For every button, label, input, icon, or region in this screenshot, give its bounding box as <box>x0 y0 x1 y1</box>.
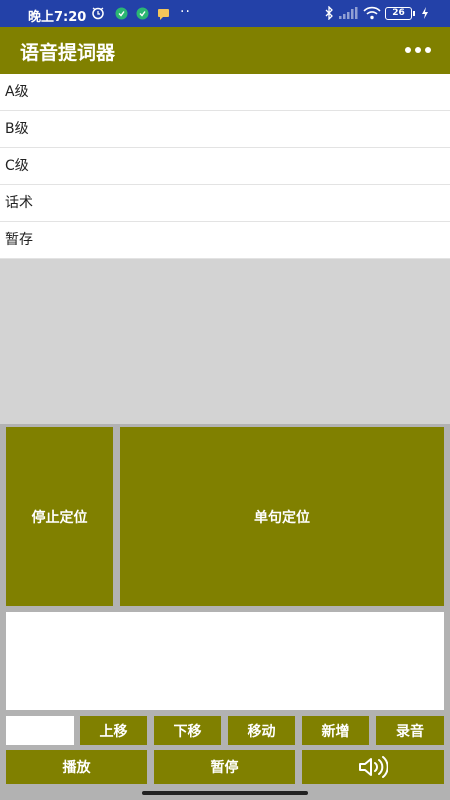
app-bar: 语音提词器 <box>0 27 450 74</box>
move-button[interactable]: 移动 <box>228 716 295 745</box>
move-down-button[interactable]: 下移 <box>154 716 221 745</box>
record-button[interactable]: 录音 <box>376 716 444 745</box>
stop-locate-button[interactable]: 停止定位 <box>6 427 113 606</box>
battery-icon: 26 <box>385 7 415 20</box>
shield-app-icon <box>114 6 128 20</box>
content-area <box>0 259 450 425</box>
alarm-icon <box>91 6 105 20</box>
list-item-c-level[interactable]: C级 <box>0 148 450 185</box>
prompt-text-area[interactable] <box>6 612 444 710</box>
add-button[interactable]: 新增 <box>302 716 369 745</box>
charging-icon <box>418 6 432 20</box>
list-item-script[interactable]: 话术 <box>0 185 450 222</box>
status-more-dots: ·· <box>180 4 191 20</box>
status-bar: 晚上7:20 ·· 26 <box>0 0 450 27</box>
list-item-a-level[interactable]: A级 <box>0 74 450 111</box>
more-options-button[interactable] <box>398 37 438 63</box>
speaker-icon <box>359 756 388 778</box>
index-input[interactable] <box>6 716 74 745</box>
app-title: 语音提词器 <box>20 42 116 64</box>
status-time: 晚上7:20 <box>28 10 87 25</box>
list-item-temp[interactable]: 暂存 <box>0 222 450 259</box>
list-item-b-level[interactable]: B级 <box>0 111 450 148</box>
home-indicator <box>142 791 308 795</box>
wifi-icon <box>363 6 381 20</box>
single-sentence-locate-button[interactable]: 单句定位 <box>120 427 444 606</box>
play-button[interactable]: 播放 <box>6 750 147 784</box>
pause-button[interactable]: 暂停 <box>154 750 295 784</box>
message-icon <box>156 6 170 20</box>
bluetooth-icon <box>322 6 336 20</box>
move-up-button[interactable]: 上移 <box>80 716 147 745</box>
volume-button[interactable] <box>302 750 444 784</box>
category-list: A级 B级 C级 话术 暂存 <box>0 74 450 259</box>
more-dots-icon <box>405 47 431 53</box>
signal-icon <box>338 6 358 20</box>
shield-app-icon-2 <box>135 6 149 20</box>
